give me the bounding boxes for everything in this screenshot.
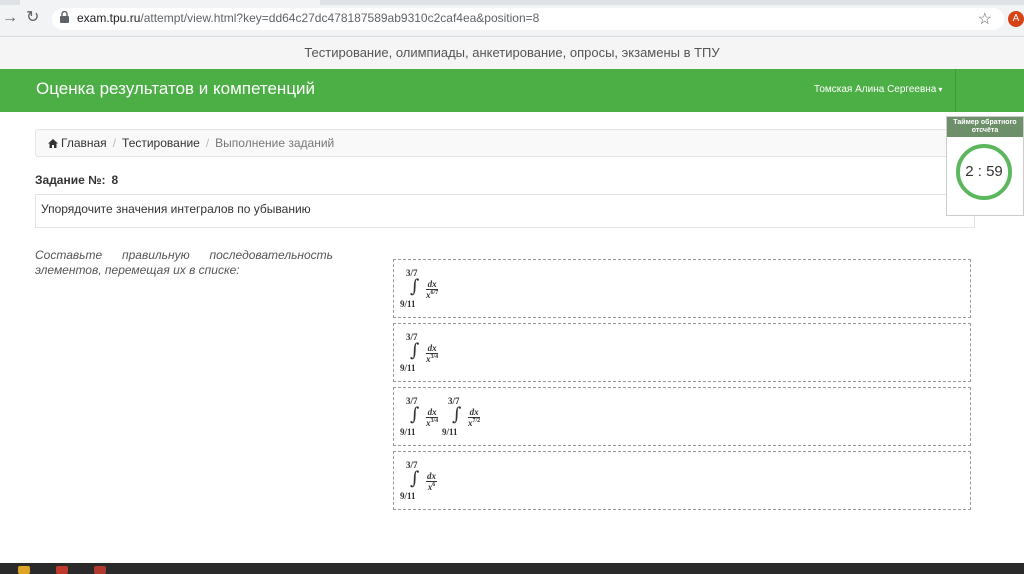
forward-icon[interactable]: →: [2, 9, 18, 27]
numerator: dx: [426, 343, 439, 354]
task-question: Упорядочите значения интегралов по убыва…: [35, 194, 975, 228]
task-instruction: Составьте правильную последовательность …: [35, 248, 333, 277]
exponent: 6: [432, 482, 436, 488]
user-menu[interactable]: Томская Алина Сергеевна ▾: [814, 84, 942, 95]
integral-sign-icon: ∫: [410, 404, 420, 425]
url-path: /attempt/view.html?key=dd64c27dc47818758…: [140, 11, 540, 25]
navbar: Оценка результатов и компетенций Томская…: [0, 69, 1024, 112]
url-text: exam.tpu.ru/attempt/view.html?key=dd64c2…: [77, 11, 539, 25]
integral-sign-icon: ∫: [452, 404, 462, 425]
sortable-list: 3/7 ∫ 9/11 dx x6/7 3/7 ∫ 9/11 dx x3/4 3/7 …: [393, 259, 971, 515]
lock-icon: [60, 11, 69, 23]
caret-down-icon: ▾: [938, 85, 943, 94]
denominator: x6/7: [426, 290, 438, 300]
user-name: Томская Алина Сергеевна: [814, 84, 937, 95]
navbar-divider: [955, 69, 956, 112]
integrand: dx x3/4: [426, 343, 439, 364]
integrand: dx x3/4: [426, 407, 439, 428]
browser-icon[interactable]: [56, 566, 68, 574]
sortable-item[interactable]: 3/7 ∫ 9/11 dx x3/4: [393, 323, 971, 382]
home-icon: [48, 139, 58, 148]
task-title: Задание №: 8: [35, 173, 118, 187]
site-tagline: Тестирование, олимпиады, анкетирование, …: [0, 37, 1024, 69]
numerator: dx: [426, 471, 437, 482]
exponent: 6/7: [430, 290, 439, 296]
os-taskbar: [0, 563, 1024, 574]
numerator: dx: [426, 407, 439, 418]
profile-avatar[interactable]: A: [1008, 11, 1024, 27]
sortable-item[interactable]: 3/7 ∫ 9/11 dx x6: [393, 451, 971, 510]
folder-icon[interactable]: [18, 566, 30, 574]
exponent: 3/4: [430, 418, 439, 424]
breadcrumb-home[interactable]: Главная: [61, 136, 107, 150]
reload-icon[interactable]: ↻: [26, 9, 39, 27]
integrand: dx x6/7: [426, 279, 439, 300]
browser-toolbar: → ↻ exam.tpu.ru/attempt/view.html?key=dd…: [0, 0, 1024, 37]
lower-limit: 9/11: [400, 427, 416, 437]
integral-sign-icon: ∫: [410, 468, 420, 489]
timer-value: 2 : 59: [956, 144, 1012, 200]
breadcrumb-testing[interactable]: Тестирование: [122, 136, 200, 150]
integral-sign-icon: ∫: [410, 276, 420, 297]
numerator: dx: [426, 279, 439, 290]
sortable-item[interactable]: 3/7 ∫ 9/11 dx x3/4 3/7 ∫ 9/11 dx x7/2: [393, 387, 971, 446]
task-label: Задание №:: [35, 173, 106, 187]
timer-title: Таймер обратного отсчёта: [947, 117, 1023, 137]
denominator: x3/4: [426, 354, 438, 364]
denominator: x6: [426, 482, 437, 492]
task-number: 8: [111, 173, 119, 187]
lower-limit: 9/11: [400, 363, 416, 373]
exponent: 7/2: [472, 418, 481, 424]
breadcrumb: Главная / Тестирование / Выполнение заданий: [35, 129, 975, 157]
brand-title[interactable]: Оценка результатов и компетенций: [36, 79, 315, 99]
denominator: x3/4: [426, 418, 438, 428]
integrand: dx x7/2: [468, 407, 481, 428]
numerator: dx: [468, 407, 481, 418]
breadcrumb-separator: /: [112, 136, 117, 150]
exponent: 3/4: [430, 354, 439, 360]
countdown-timer: Таймер обратного отсчёта 2 : 59: [946, 116, 1024, 216]
breadcrumb-current: Выполнение заданий: [215, 136, 335, 150]
app-icon[interactable]: [94, 566, 106, 574]
breadcrumb-separator: /: [205, 136, 210, 150]
lower-limit: 9/11: [400, 299, 416, 309]
integrand: dx x6: [426, 471, 437, 492]
denominator: x7/2: [468, 418, 480, 428]
address-bar[interactable]: exam.tpu.ru/attempt/view.html?key=dd64c2…: [52, 8, 1004, 30]
url-host: exam.tpu.ru: [77, 11, 141, 25]
lower-limit: 9/11: [442, 427, 458, 437]
active-tab[interactable]: [20, 0, 320, 5]
tab-strip: [0, 0, 1024, 5]
sortable-item[interactable]: 3/7 ∫ 9/11 dx x6/7: [393, 259, 971, 318]
integral-sign-icon: ∫: [410, 340, 420, 361]
lower-limit: 9/11: [400, 491, 416, 501]
bookmark-star-icon[interactable]: ☆: [978, 9, 992, 29]
